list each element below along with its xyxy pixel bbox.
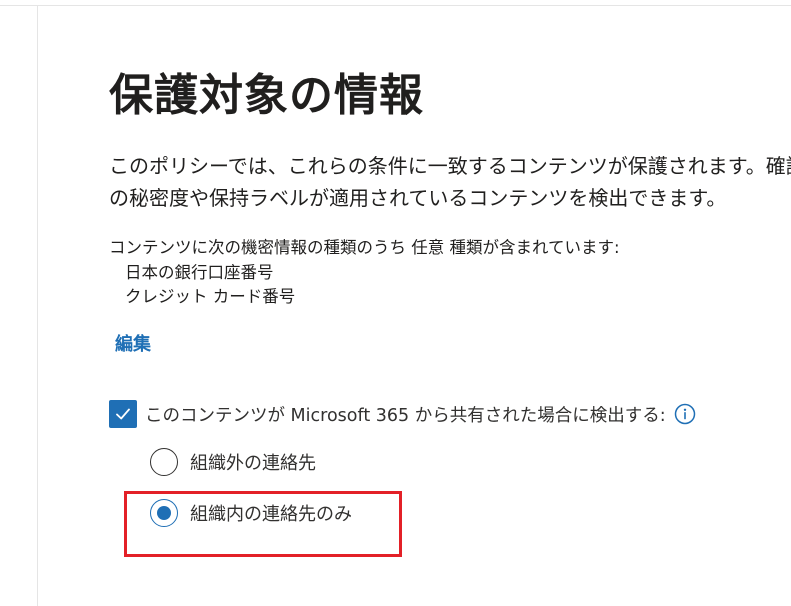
detect-shared-content-checkbox-row[interactable]: このコンテンツが Microsoft 365 から共有された場合に検出する: <box>109 400 696 428</box>
info-circle-icon[interactable] <box>674 403 696 425</box>
external-contacts-label: 組織外の連絡先 <box>190 453 316 474</box>
radio-option-external-contacts[interactable]: 組織外の連絡先 <box>150 448 316 476</box>
external-contacts-radio[interactable] <box>150 448 178 476</box>
conditions-heading: コンテンツに次の機密情報の種類のうち 任意 種類が含まれています: <box>109 238 620 257</box>
detect-shared-content-checkbox[interactable] <box>109 400 137 428</box>
conditions-summary: コンテンツに次の機密情報の種類のうち 任意 種類が含まれています: 日本の銀行口… <box>109 236 791 310</box>
top-divider <box>0 5 791 6</box>
left-panel-divider <box>37 6 38 606</box>
protection-info-panel: 保護対象の情報 このポリシーでは、これらの条件に一致するコンテンツが保護されます… <box>109 60 791 527</box>
sensitive-info-type-item: 日本の銀行口座番号 <box>125 262 274 282</box>
sensitive-info-type-item: クレジット カード番号 <box>125 287 296 306</box>
intro-description: このポリシーでは、これらの条件に一致するコンテンツが保護されます。確認 の秘密度… <box>109 150 791 214</box>
page-title: 保護対象の情報 <box>109 70 424 121</box>
edit-link[interactable]: 編集 <box>115 330 151 356</box>
checkmark-icon <box>116 408 130 420</box>
internal-contacts-only-radio[interactable] <box>150 499 178 527</box>
radio-selected-dot <box>157 506 171 520</box>
internal-contacts-only-label: 組織内の連絡先のみ <box>190 504 352 525</box>
intro-line-2: の秘密度や保持ラベルが適用されているコンテンツを検出できます。 <box>109 186 727 210</box>
intro-line-1: このポリシーでは、これらの条件に一致するコンテンツが保護されます。確認 <box>109 154 791 178</box>
radio-option-internal-contacts-only[interactable]: 組織内の連絡先のみ <box>150 499 352 527</box>
detect-shared-content-label: このコンテンツが Microsoft 365 から共有された場合に検出する: <box>145 405 666 426</box>
